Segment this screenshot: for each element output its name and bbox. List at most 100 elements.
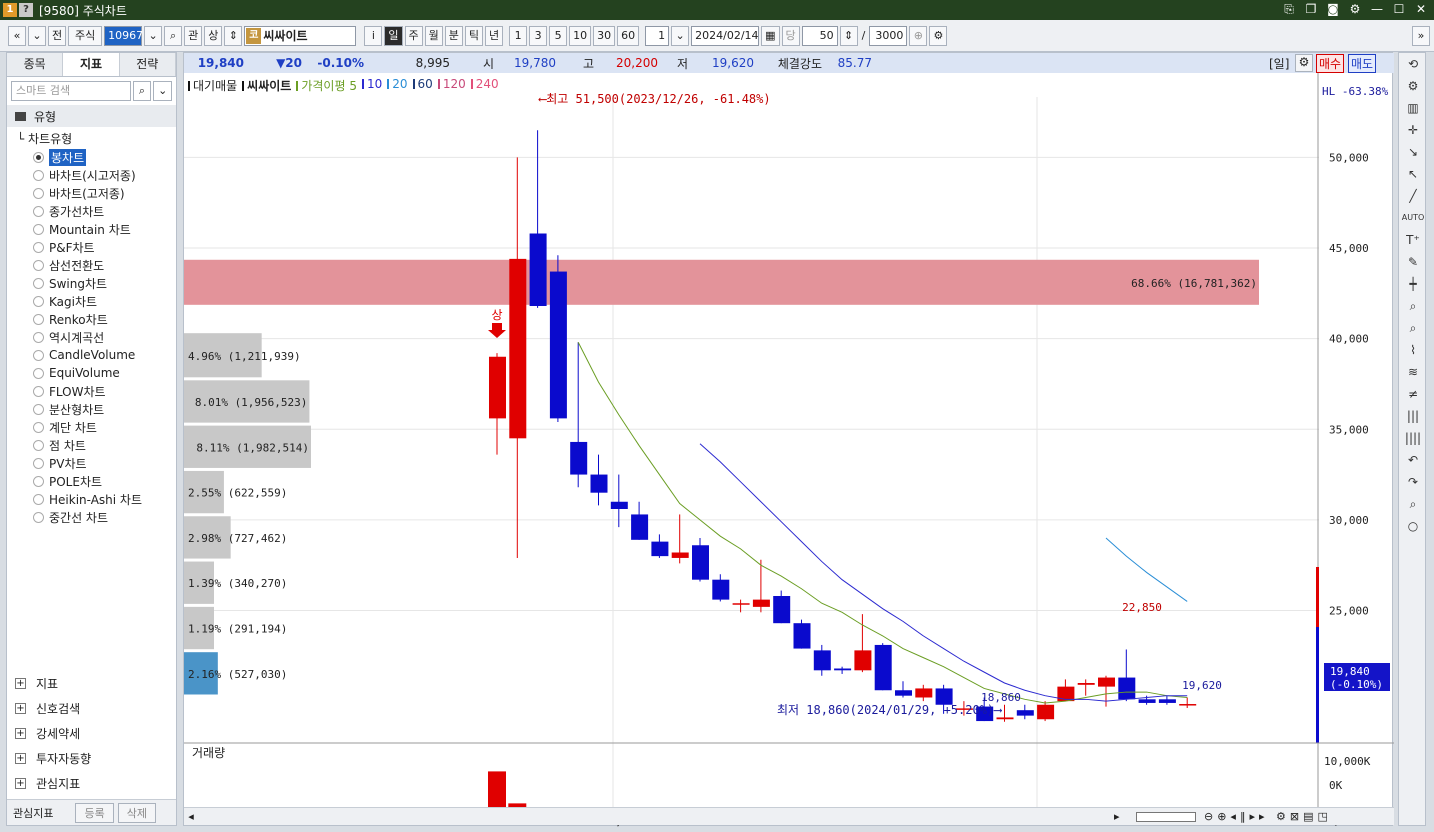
chart-type-item[interactable]: EquiVolume	[7, 364, 176, 382]
radio-icon[interactable]	[33, 493, 44, 505]
tree-head-chart-type[interactable]: └ 차트유형	[7, 130, 176, 148]
interval-count-input[interactable]: 1	[645, 25, 670, 46]
zoom-slider[interactable]	[1136, 811, 1196, 822]
period-day[interactable]: 일	[384, 25, 403, 46]
chart-type-item[interactable]: P&F차트	[7, 238, 176, 256]
menu-item[interactable]: + 지표	[7, 671, 176, 696]
interval-60[interactable]: 60	[617, 25, 640, 46]
radio-icon[interactable]	[33, 511, 44, 523]
gear-icon[interactable]: ⚙	[1399, 75, 1427, 97]
prev-button[interactable]: 전	[48, 25, 67, 46]
radio-icon[interactable]	[33, 349, 44, 361]
code-dropdown[interactable]: ⌄	[144, 25, 163, 46]
interval-10[interactable]: 10	[569, 25, 592, 46]
period-tick[interactable]: 틱	[464, 25, 483, 46]
chart-type-item[interactable]: 계단 차트	[7, 418, 176, 436]
radio-icon[interactable]	[33, 223, 44, 235]
arrow-icon[interactable]: ↘	[1399, 141, 1427, 163]
chart-type-item[interactable]: 바차트(시고저종)	[7, 166, 176, 184]
radio-icon[interactable]	[33, 151, 44, 163]
undo-icon[interactable]: ↶	[1399, 449, 1427, 471]
period-year[interactable]: 년	[485, 25, 504, 46]
sang-button[interactable]: 상	[204, 25, 223, 46]
zoom-compare-icon[interactable]: ⌕	[1399, 317, 1427, 339]
radio-icon[interactable]	[33, 475, 44, 487]
radio-icon[interactable]	[33, 367, 44, 379]
scroll-right-icon[interactable]: ▸	[1114, 810, 1120, 823]
tab-stocks[interactable]: 종목	[7, 53, 64, 76]
expand-plus-icon[interactable]: +	[15, 728, 26, 739]
updown-spinner[interactable]: ⇕	[224, 25, 243, 46]
view-count-spinner[interactable]: ⇕	[839, 25, 858, 46]
chart-type-item[interactable]: CandleVolume	[7, 346, 176, 364]
redo-icon[interactable]: ↷	[1399, 471, 1427, 493]
chart-type-item[interactable]: 봉차트	[7, 148, 176, 166]
menu-item[interactable]: + 신호검색	[7, 696, 176, 721]
category-type[interactable]: 유형	[7, 105, 176, 127]
total-count-input[interactable]: 3000	[869, 25, 908, 46]
camera-icon[interactable]: ◙	[1326, 2, 1340, 16]
chart-scrollbar[interactable]: ◂ ▸ ⊖⊕◂‖▸▸ ⚙⊠▤◳	[184, 807, 1394, 825]
expand-plus-icon[interactable]: +	[15, 778, 26, 789]
candle-icon[interactable]: ┿	[1399, 273, 1427, 295]
radio-icon[interactable]	[33, 169, 44, 181]
radio-icon[interactable]	[33, 313, 44, 325]
link-icon[interactable]: ⎘	[1282, 2, 1296, 16]
watch-delete-button[interactable]: 삭제	[117, 802, 156, 823]
chart-type-item[interactable]: PV차트	[7, 454, 176, 472]
tab-strategy[interactable]: 전략	[119, 53, 176, 76]
refresh-icon[interactable]: ⟲	[1399, 53, 1427, 75]
stock-code-input[interactable]: 109670	[104, 25, 150, 46]
radio-icon[interactable]	[33, 205, 44, 217]
chart-type-item[interactable]: 역시계곡선	[7, 328, 176, 346]
interval-1[interactable]: 1	[509, 25, 528, 46]
period-month[interactable]: 월	[424, 25, 443, 46]
menu-item[interactable]: + 관심지표	[7, 771, 176, 796]
date-input[interactable]: 2024/02/14	[691, 25, 760, 46]
chart-type-item[interactable]: 중간선 차트	[7, 508, 176, 526]
radio-icon[interactable]	[33, 403, 44, 415]
gear-icon[interactable]: ⚙	[1348, 2, 1362, 16]
calendar-icon[interactable]: ▦	[761, 25, 780, 46]
radio-icon[interactable]	[33, 295, 44, 307]
chart-add-icon[interactable]: ▥	[1399, 97, 1427, 119]
chart-type-item[interactable]: 점 차트	[7, 436, 176, 454]
pointer-icon[interactable]: ↖	[1399, 163, 1427, 185]
expand-right-icon[interactable]: »	[1412, 25, 1430, 46]
chart-type-item[interactable]: Swing차트	[7, 274, 176, 292]
close-icon[interactable]: ✕	[1414, 2, 1428, 16]
trendline-icon[interactable]: ╱	[1399, 185, 1427, 207]
period-indicator[interactable]: [일]	[1269, 55, 1289, 72]
view-count-input[interactable]: 50	[801, 25, 838, 46]
chart-type-item[interactable]: 분산형차트	[7, 400, 176, 418]
stock-name-box[interactable]: 코 씨싸이트	[244, 25, 357, 46]
expand-plus-icon[interactable]: +	[15, 753, 26, 764]
menu-item[interactable]: + 투자자동향	[7, 746, 176, 771]
pattern-icon[interactable]: ⌇	[1399, 339, 1427, 361]
search-icon[interactable]: ⌕	[164, 25, 183, 46]
playback-controls[interactable]: ⊖⊕◂‖▸▸ ⚙⊠▤◳	[1204, 810, 1332, 823]
expand-plus-icon[interactable]: +	[15, 678, 26, 689]
period-minute[interactable]: 분	[444, 25, 463, 46]
chart-type-item[interactable]: POLE차트	[7, 472, 176, 490]
history-dropdown[interactable]: ⌄	[28, 25, 46, 46]
window-number-badge[interactable]: 1	[3, 3, 17, 17]
bars4-icon[interactable]: ||||	[1399, 427, 1427, 449]
radio-icon[interactable]	[33, 187, 44, 199]
chart-type-item[interactable]: 삼선전환도	[7, 256, 176, 274]
brush-icon[interactable]: ✎	[1399, 251, 1427, 273]
radio-icon[interactable]	[33, 277, 44, 289]
watch-button[interactable]: 관	[184, 25, 203, 46]
search-dropdown-icon[interactable]: ⌄	[153, 81, 172, 101]
chart-type-item[interactable]: Mountain 차트	[7, 220, 176, 238]
scroll-left-icon[interactable]: ◂	[184, 810, 198, 823]
magnify-icon[interactable]: ⌕	[1399, 493, 1427, 515]
radio-icon[interactable]	[33, 385, 44, 397]
period-week[interactable]: 주	[404, 25, 423, 46]
chart-type-item[interactable]: Renko차트	[7, 310, 176, 328]
circle-icon[interactable]: ○	[1399, 515, 1427, 537]
watch-add-button[interactable]: 등록	[75, 802, 114, 823]
radio-icon[interactable]	[33, 241, 44, 253]
search-icon[interactable]: ⌕	[132, 81, 152, 101]
help-icon[interactable]: ?	[19, 3, 33, 17]
